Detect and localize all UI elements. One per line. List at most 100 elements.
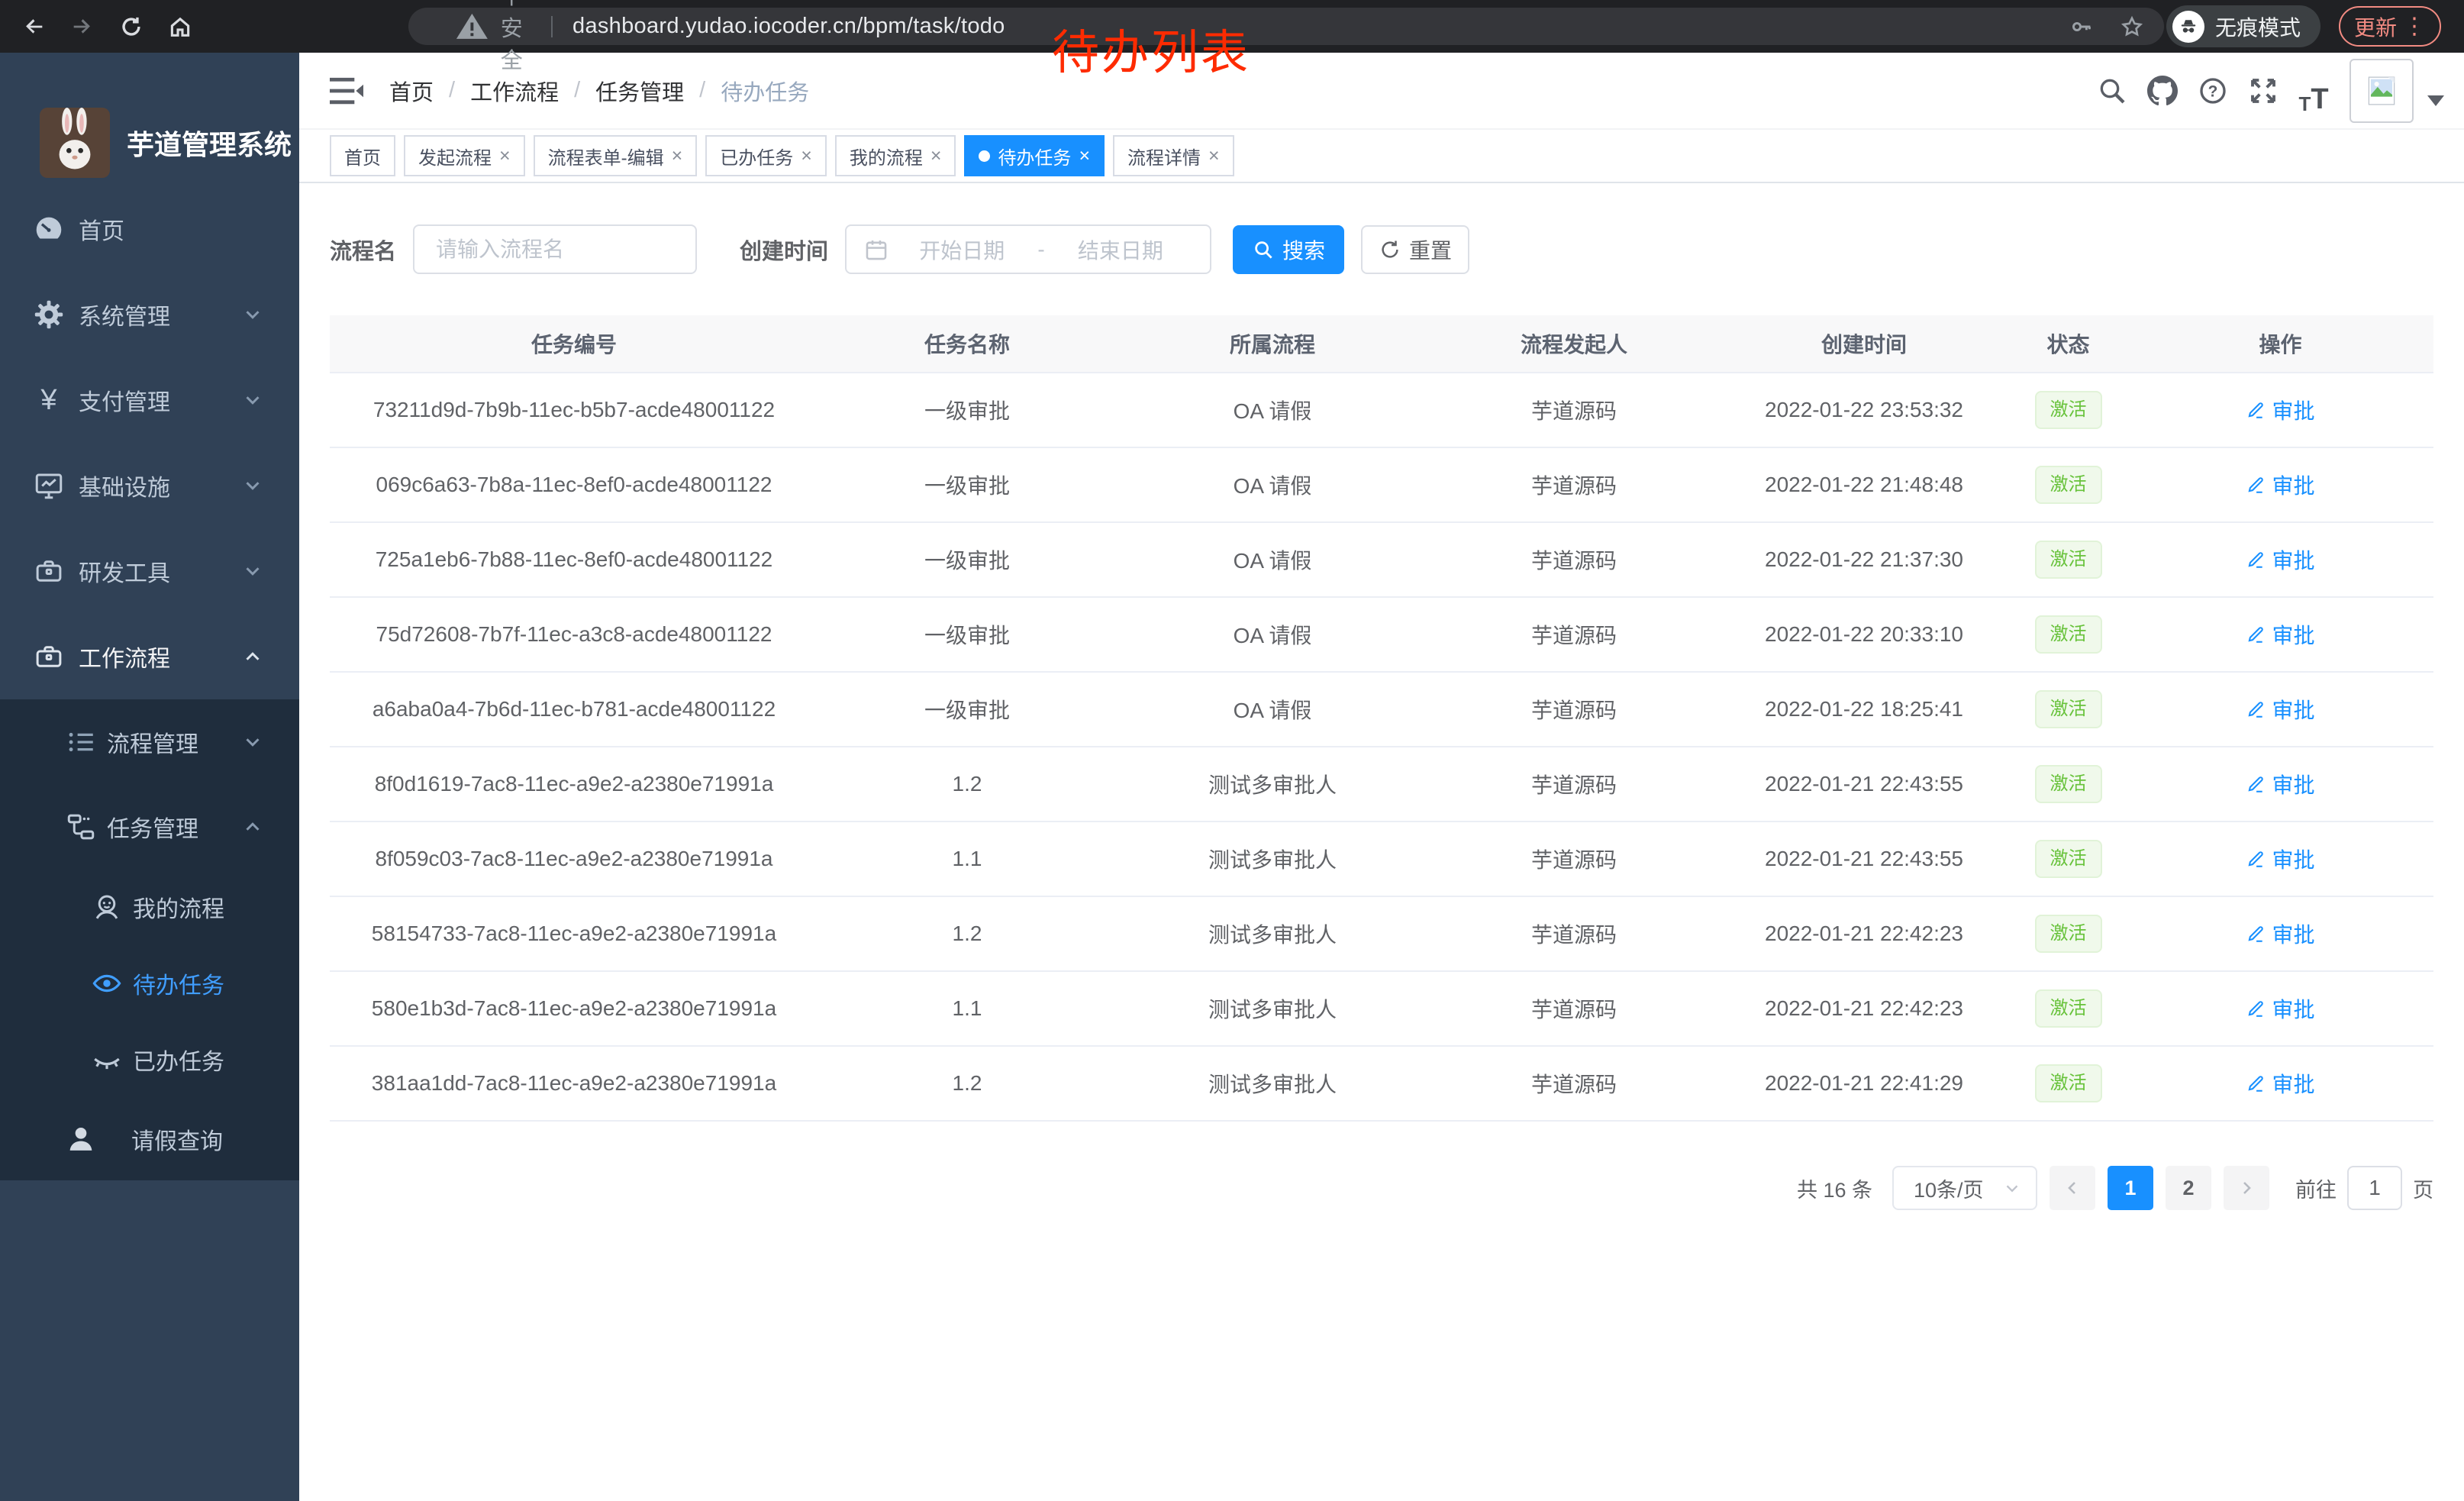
date-range-picker[interactable]: 开始日期 - 结束日期 <box>845 224 1211 274</box>
font-size-small-T: T <box>2298 92 2311 116</box>
tab-todo-tasks[interactable]: 待办任务× <box>964 135 1105 176</box>
cell-starter: 芋道源码 <box>1429 1068 1719 1099</box>
approve-link[interactable]: 审批 <box>2246 619 2314 650</box>
sidebar-item-devtools[interactable]: 研发工具 <box>0 528 299 614</box>
home-button[interactable] <box>156 0 205 53</box>
warning-icon <box>454 8 490 44</box>
approve-link[interactable]: 审批 <box>2246 769 2314 799</box>
tab-close-icon[interactable]: × <box>672 147 683 166</box>
approve-link[interactable]: 审批 <box>2246 544 2314 575</box>
header-search-button[interactable] <box>2087 66 2137 116</box>
sidebar-toggle-button[interactable] <box>330 74 363 108</box>
tab-done-tasks[interactable]: 已办任务× <box>705 135 827 176</box>
tab-process-detail[interactable]: 流程详情× <box>1113 135 1234 176</box>
sidebar-item-payment[interactable]: ¥ 支付管理 <box>0 357 299 443</box>
pagination-total: 共 16 条 <box>1797 1173 1872 1203</box>
prev-page-button[interactable] <box>2050 1166 2095 1210</box>
cell-starter: 芋道源码 <box>1429 395 1719 425</box>
tab-home[interactable]: 首页 <box>330 135 395 176</box>
approve-label: 审批 <box>2272 694 2314 725</box>
edit-pen-icon <box>2246 550 2266 570</box>
github-link[interactable] <box>2137 66 2188 116</box>
sidebar-menu: 首页 系统管理 ¥ 支付管理 基础设施 <box>0 186 299 1180</box>
fullscreen-button[interactable] <box>2238 66 2288 116</box>
bookmark-star-icon[interactable] <box>2120 15 2144 39</box>
next-page-button[interactable] <box>2224 1166 2269 1210</box>
reload-button[interactable] <box>107 0 156 53</box>
goto-page-input[interactable] <box>2347 1166 2402 1210</box>
breadcrumb-item-current: 待办任务 <box>721 75 809 107</box>
tags-view: 首页 发起流程× 流程表单-编辑× 已办任务× 我的流程× 待办任务× 流程详情… <box>299 130 2464 183</box>
forward-button[interactable] <box>58 0 107 53</box>
table-row: 381aa1dd-7ac8-11ec-a9e2-a2380e71991a 1.2… <box>330 1047 2433 1122</box>
page-annotation: 待办列表 <box>1052 14 1250 82</box>
app-logo-row[interactable]: 芋道管理系统 <box>40 108 292 178</box>
sidebar-item-home[interactable]: 首页 <box>0 186 299 272</box>
page-size-select[interactable]: 10条/页 <box>1892 1166 2037 1210</box>
tab-close-icon[interactable]: × <box>1208 147 1220 166</box>
approve-link[interactable]: 审批 <box>2246 993 2314 1024</box>
search-icon <box>1252 238 1275 261</box>
security-status[interactable]: 不安全 <box>454 0 531 75</box>
filter-bar: 流程名 创建时间 开始日期 - 结束日期 搜索 重 <box>330 224 2433 274</box>
approve-link[interactable]: 审批 <box>2246 470 2314 500</box>
col-header-starter: 流程发起人 <box>1429 328 1719 359</box>
tab-close-icon[interactable]: × <box>1079 147 1090 166</box>
search-button[interactable]: 搜索 <box>1233 225 1344 274</box>
avatar-caret-icon[interactable] <box>2427 95 2444 106</box>
approve-label: 审批 <box>2272 844 2314 874</box>
reset-button[interactable]: 重置 <box>1361 225 1469 274</box>
approve-link[interactable]: 审批 <box>2246 1068 2314 1099</box>
edit-pen-icon <box>2246 475 2266 495</box>
tab-close-icon[interactable]: × <box>499 147 511 166</box>
cell-task-name: 1.1 <box>818 847 1116 871</box>
sidebar-item-todo-tasks[interactable]: 待办任务 <box>0 945 299 1022</box>
back-button[interactable] <box>9 0 58 53</box>
page-button-2[interactable]: 2 <box>2166 1166 2211 1210</box>
help-button[interactable]: ? <box>2188 66 2238 116</box>
sidebar-item-process-mgmt[interactable]: 流程管理 <box>0 699 299 785</box>
cell-create-time: 2022-01-22 21:48:48 <box>1719 473 2009 497</box>
incognito-icon <box>2172 11 2204 43</box>
font-size-button[interactable]: TT <box>2288 66 2339 116</box>
security-label: 不安全 <box>501 0 531 75</box>
sidebar-item-label: 待办任务 <box>133 967 224 1000</box>
approve-link[interactable]: 审批 <box>2246 395 2314 425</box>
table-body: 73211d9d-7b9b-11ec-b5b7-acde48001122 一级审… <box>330 373 2433 1122</box>
sidebar-item-leave-query[interactable]: 请假查询 <box>0 1098 299 1180</box>
tab-close-icon[interactable]: × <box>801 147 812 166</box>
page-button-1[interactable]: 1 <box>2108 1166 2153 1210</box>
tab-close-icon[interactable]: × <box>930 147 942 166</box>
sidebar-item-workflow[interactable]: 工作流程 <box>0 614 299 699</box>
tab-my-process[interactable]: 我的流程× <box>835 135 956 176</box>
app-title: 芋道管理系统 <box>127 123 292 163</box>
approve-link[interactable]: 审批 <box>2246 918 2314 949</box>
update-label: 更新 <box>2354 11 2397 42</box>
process-name-input[interactable] <box>413 224 697 274</box>
tab-process-form-edit[interactable]: 流程表单-编辑× <box>534 135 698 176</box>
sidebar-item-my-process[interactable]: 我的流程 <box>0 869 299 945</box>
breadcrumb-item[interactable]: 工作流程 <box>470 75 559 107</box>
browser-update-button[interactable]: 更新 ⋮ <box>2339 6 2441 47</box>
breadcrumb-item[interactable]: 任务管理 <box>595 75 684 107</box>
breadcrumb: 首页 / 工作流程 / 任务管理 / 待办任务 <box>389 75 809 107</box>
sidebar-item-system[interactable]: 系统管理 <box>0 272 299 357</box>
cell-process: OA 请假 <box>1116 395 1429 425</box>
approve-link[interactable]: 审批 <box>2246 694 2314 725</box>
avatar[interactable] <box>2350 59 2414 123</box>
cell-create-time: 2022-01-21 22:43:55 <box>1719 772 2009 796</box>
sidebar-item-infra[interactable]: 基础设施 <box>0 443 299 528</box>
sidebar-item-done-tasks[interactable]: 已办任务 <box>0 1022 299 1098</box>
cell-task-name: 一级审批 <box>818 470 1116 500</box>
page-size-value: 10条/页 <box>1914 1173 1984 1203</box>
tab-start-process[interactable]: 发起流程× <box>404 135 525 176</box>
address-bar[interactable]: 不安全 dashboard.yudao.iocoder.cn/bpm/task/… <box>408 8 2164 45</box>
cell-task-name: 一级审批 <box>818 544 1116 575</box>
browser-menu-icon[interactable]: ⋮ <box>2403 15 2426 38</box>
sidebar-item-task-mgmt[interactable]: 任务管理 <box>0 785 299 869</box>
url-text[interactable]: dashboard.yudao.iocoder.cn/bpm/task/todo <box>572 14 1005 39</box>
cell-starter: 芋道源码 <box>1429 470 1719 500</box>
approve-link[interactable]: 审批 <box>2246 844 2314 874</box>
password-key-icon[interactable] <box>2069 15 2094 39</box>
breadcrumb-item[interactable]: 首页 <box>389 75 434 107</box>
